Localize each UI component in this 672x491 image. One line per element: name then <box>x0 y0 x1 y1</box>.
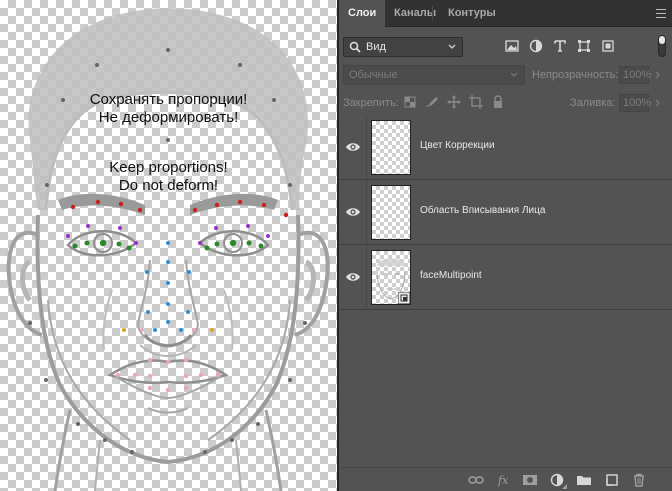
layer-filter-select[interactable]: Вид <box>343 37 463 57</box>
face-template <box>6 8 330 491</box>
blend-mode-select[interactable]: Обычные <box>343 65 525 85</box>
adjustment-menu-arrow-icon[interactable] <box>562 484 567 489</box>
fill-dropdown-icon[interactable] <box>653 95 663 111</box>
nostril-points <box>122 328 214 332</box>
smart-object-filter-icon[interactable] <box>600 38 616 54</box>
layer-name[interactable]: Цвет Коррекции <box>420 140 495 151</box>
fx-icon[interactable]: fx <box>496 472 512 488</box>
shape-filter-icon[interactable] <box>576 38 592 54</box>
layers-bottom-toolbar: fx <box>339 467 672 491</box>
visibility-eye-icon[interactable] <box>345 204 361 220</box>
tab-layers[interactable]: Слои <box>339 0 385 27</box>
panel-menu-icon[interactable] <box>656 9 666 18</box>
adjustment-filter-icon[interactable] <box>528 38 544 54</box>
lock-artboard-icon[interactable] <box>469 95 483 109</box>
lock-transparent-pixels-icon[interactable] <box>403 95 417 109</box>
layer-thumbnail <box>371 120 411 175</box>
fill-label: Заливка: <box>570 97 616 109</box>
chevron-down-icon <box>448 44 456 49</box>
warning-text-en-line2: Do not deform! <box>118 177 219 194</box>
left-eyebrow <box>58 193 145 215</box>
chevron-down-icon <box>510 72 518 77</box>
delete-layer-icon[interactable] <box>631 472 647 488</box>
layer-filter-value: Вид <box>366 41 386 53</box>
type-filter-icon[interactable] <box>552 38 568 54</box>
image-filter-icon[interactable] <box>504 38 520 54</box>
link-layers-icon[interactable] <box>468 472 484 488</box>
blend-mode-value: Обычные <box>349 69 398 81</box>
search-icon <box>349 41 361 53</box>
document-canvas[interactable]: Сохранять пропорции! Не деформировать! K… <box>0 0 337 491</box>
warning-text-en-line1: Keep proportions! <box>109 159 228 176</box>
smart-object-badge-icon <box>398 292 410 304</box>
visibility-eye-icon[interactable] <box>345 269 361 285</box>
warning-text-ru-line2: Не деформировать! <box>98 109 239 126</box>
warning-text-ru-line1: Сохранять пропорции! <box>89 91 248 108</box>
layer-row-face-multipoint[interactable]: faceMultipoint <box>339 245 672 310</box>
tab-paths[interactable]: Контуры <box>439 0 505 27</box>
opacity-dropdown-icon[interactable] <box>653 67 663 83</box>
fill-input[interactable]: 100% <box>619 94 651 112</box>
opacity-input[interactable]: 100% <box>619 66 651 84</box>
nose-points <box>145 241 191 332</box>
layer-row-face-fit-area[interactable]: Область Вписывания Лица <box>339 180 672 245</box>
lock-image-pixels-icon[interactable] <box>425 95 439 109</box>
panel-tab-bar: Слои Каналы Контуры <box>339 0 672 27</box>
new-layer-icon[interactable] <box>604 472 620 488</box>
opacity-label: Непрозрачность: <box>532 69 619 81</box>
filter-toggle-switch[interactable] <box>658 35 666 57</box>
layer-name[interactable]: Область Вписывания Лица <box>420 205 545 216</box>
layers-panel: Слои Каналы Контуры Вид Обычные Непрозра… <box>339 0 672 491</box>
svg-text:fx: fx <box>497 474 509 487</box>
layer-thumbnail <box>371 185 411 240</box>
tab-channels[interactable]: Каналы <box>385 0 445 27</box>
layer-name[interactable]: faceMultipoint <box>420 270 482 281</box>
new-group-icon[interactable] <box>576 472 592 488</box>
lock-label: Закрепить: <box>343 97 399 109</box>
visibility-eye-icon[interactable] <box>345 139 361 155</box>
layer-row-color-correction[interactable]: Цвет Коррекции <box>339 115 672 180</box>
add-mask-icon[interactable] <box>522 472 538 488</box>
lock-position-icon[interactable] <box>447 95 461 109</box>
lock-all-icon[interactable] <box>491 95 505 109</box>
